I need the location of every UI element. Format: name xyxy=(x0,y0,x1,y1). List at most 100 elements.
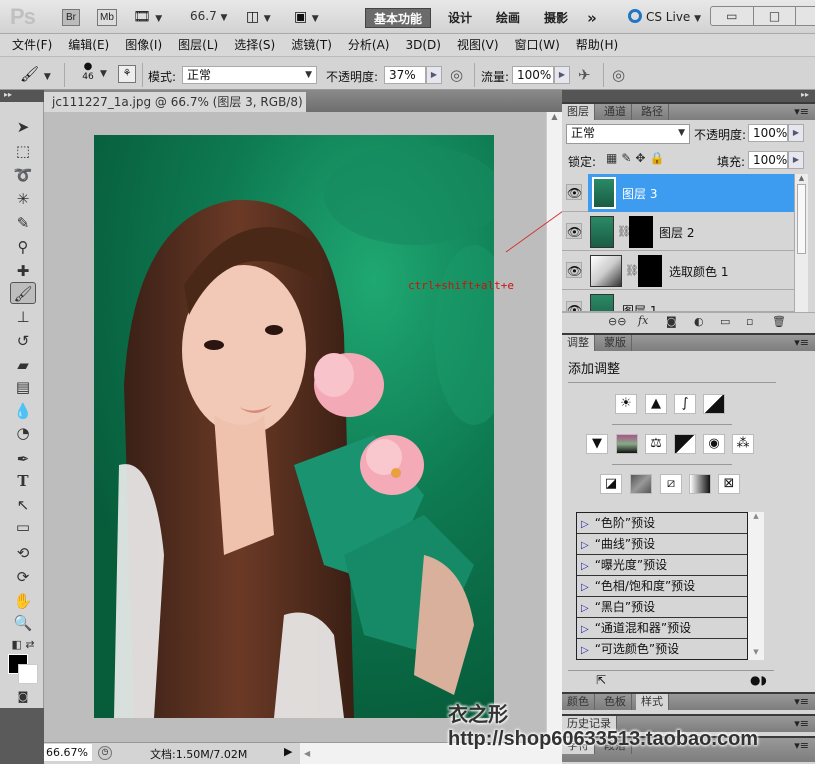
status-options-icon[interactable]: ◷ xyxy=(98,746,112,760)
menu-window[interactable]: 窗口(W) xyxy=(515,34,560,56)
flow-slider-button[interactable]: ▶ xyxy=(554,66,570,84)
screen-mode-button[interactable]: ▣ ▼ xyxy=(294,9,319,25)
pen-tool-icon[interactable]: ✒ xyxy=(10,448,36,470)
panel-menu-icon[interactable]: ▾≡ xyxy=(794,694,809,710)
panel-menu-icon[interactable]: ▾≡ xyxy=(794,335,809,351)
toolbar-collapse-button[interactable]: ▸▸ xyxy=(0,90,44,102)
magic-wand-tool-icon[interactable]: ✳ xyxy=(10,188,36,210)
history-brush-tool-icon[interactable]: ↺ xyxy=(10,330,36,352)
menu-select[interactable]: 选择(S) xyxy=(234,34,275,56)
pressure-opacity-icon[interactable]: ◎ xyxy=(450,66,463,84)
eye-icon[interactable]: 👁 xyxy=(566,262,582,278)
lock-pixels-icon[interactable]: ✎ xyxy=(621,151,635,165)
new-group-icon[interactable]: ▭ xyxy=(720,315,730,328)
pressure-size-icon[interactable]: ◎ xyxy=(612,66,625,84)
panel-dock-collapse[interactable]: ▸▸ xyxy=(562,90,815,102)
exposure-icon[interactable] xyxy=(703,394,725,414)
status-menu-arrow[interactable]: ▶ xyxy=(284,745,296,758)
path-selection-tool-icon[interactable]: ↖ xyxy=(10,494,36,516)
tab-styles[interactable]: 样式 xyxy=(636,694,669,710)
blend-mode-select[interactable]: 正常 ▼ xyxy=(182,66,317,84)
new-adjustment-layer-icon[interactable]: ◐ xyxy=(694,315,704,328)
maximize-button[interactable]: □ xyxy=(754,7,797,25)
mini-bridge-button[interactable]: Mb xyxy=(97,9,117,26)
airbrush-icon[interactable]: ✈ xyxy=(578,66,591,84)
menu-view[interactable]: 视图(V) xyxy=(457,34,499,56)
menu-edit[interactable]: 编辑(E) xyxy=(68,34,109,56)
tab-color[interactable]: 颜色 xyxy=(562,694,595,710)
crop-tool-icon[interactable]: ✎ xyxy=(10,212,36,234)
marquee-tool-icon[interactable]: ⬚ xyxy=(10,140,36,162)
layer-mask-thumbnail[interactable] xyxy=(638,255,662,287)
tab-adjustments[interactable]: 调整 xyxy=(562,335,595,351)
document-tab[interactable]: jc111227_1a.jpg @ 66.7% (图层 3, RGB/8) *✕ xyxy=(44,92,306,131)
workspace-essentials[interactable]: 基本功能 xyxy=(365,8,431,28)
tab-channels[interactable]: 通道 xyxy=(599,104,632,120)
type-tool-icon[interactable]: T xyxy=(10,470,36,492)
lock-position-icon[interactable]: ✥ xyxy=(635,151,649,165)
menu-analysis[interactable]: 分析(A) xyxy=(348,34,390,56)
color-balance-icon[interactable]: ⚖ xyxy=(645,434,667,454)
hand-tool-icon[interactable]: ✋ xyxy=(10,590,36,612)
tool-preset-picker[interactable]: 🖌 ▼ xyxy=(20,65,51,83)
delete-layer-icon[interactable]: 🗑 xyxy=(772,315,786,328)
menu-3d[interactable]: 3D(D) xyxy=(405,34,440,56)
preset-channel-mixer[interactable]: ▷ “通道混和器”预设 xyxy=(577,618,747,639)
layer-style-icon[interactable]: fx xyxy=(638,314,648,327)
preset-exposure[interactable]: ▷ “曝光度”预设 xyxy=(577,555,747,576)
workspace-photography[interactable]: 摄影 xyxy=(536,8,576,28)
3d-camera-tool-icon[interactable]: ⟳ xyxy=(10,566,36,588)
black-white-icon[interactable] xyxy=(674,434,696,454)
zoom-tool-icon[interactable]: 🔍 xyxy=(10,612,36,634)
3d-rotate-tool-icon[interactable]: ⟲ xyxy=(10,542,36,564)
opacity-input[interactable]: 37% xyxy=(384,66,426,84)
arrange-documents-button[interactable]: ◫ ▼ xyxy=(246,9,271,25)
preset-selective-color[interactable]: ▷ “可选颜色”预设 xyxy=(577,639,747,660)
layers-scrollbar[interactable]: ▲ xyxy=(794,174,808,312)
fill-slider[interactable]: ▶ xyxy=(788,151,804,169)
posterize-icon[interactable] xyxy=(630,474,652,494)
link-icon[interactable]: ⛓ xyxy=(625,264,639,277)
tab-masks[interactable]: 蒙版 xyxy=(599,335,632,351)
invert-icon[interactable]: ◪ xyxy=(600,474,622,494)
quick-mask-icon[interactable]: ◙ xyxy=(10,686,36,708)
vibrance-icon[interactable]: ▼ xyxy=(586,434,608,454)
layer-row[interactable]: 👁 ⛓ 选取颜色 1 xyxy=(562,252,794,290)
lock-all-icon[interactable]: 🔒 xyxy=(649,151,668,165)
zoom-readout[interactable]: 66.67% xyxy=(44,744,92,761)
opacity-slider-button[interactable]: ▶ xyxy=(426,66,442,84)
workspace-design[interactable]: 设计 xyxy=(440,8,480,28)
shape-tool-icon[interactable]: ▭ xyxy=(10,516,36,538)
clip-to-layer-icon[interactable]: ●◗ xyxy=(750,673,767,687)
curves-icon[interactable]: ∫ xyxy=(674,394,696,414)
eraser-tool-icon[interactable]: ▰ xyxy=(10,354,36,376)
tab-swatches[interactable]: 色板 xyxy=(599,694,632,710)
workspace-painting[interactable]: 绘画 xyxy=(488,8,528,28)
layer-opacity-slider[interactable]: ▶ xyxy=(788,124,804,142)
close-button[interactable]: ✕ xyxy=(796,7,815,25)
preset-black-white[interactable]: ▷ “黑白”预设 xyxy=(577,597,747,618)
tab-layers[interactable]: 图层 xyxy=(562,104,595,120)
panel-menu-icon[interactable]: ▾≡ xyxy=(794,738,809,754)
brush-panel-toggle[interactable]: ⚘ xyxy=(118,65,136,83)
brush-tool-icon[interactable]: 🖌 xyxy=(10,282,36,304)
document-image[interactable] xyxy=(94,135,494,718)
tab-paths[interactable]: 路径 xyxy=(636,104,669,120)
menu-layer[interactable]: 图层(L) xyxy=(178,34,218,56)
selective-color-icon[interactable]: ⊠ xyxy=(718,474,740,494)
panel-menu-icon[interactable]: ▾≡ xyxy=(794,716,809,732)
lock-transparency-icon[interactable]: ▦ xyxy=(606,151,621,165)
panel-menu-icon[interactable]: ▾≡ xyxy=(794,104,809,120)
eyedropper-tool-icon[interactable]: ⚲ xyxy=(10,236,36,258)
zoom-level-select[interactable]: 66.7 ▼ xyxy=(190,9,227,23)
clone-stamp-tool-icon[interactable]: ⊥ xyxy=(10,306,36,328)
bridge-button[interactable]: Br xyxy=(62,9,80,26)
link-layers-icon[interactable]: ⊖⊖ xyxy=(608,315,626,328)
lasso-tool-icon[interactable]: ➰ xyxy=(10,164,36,186)
move-tool-icon[interactable]: ➤ xyxy=(10,116,36,138)
return-to-list-icon[interactable]: ⇱ xyxy=(596,673,606,687)
preset-hue-saturation[interactable]: ▷ “色相/饱和度”预设 xyxy=(577,576,747,597)
menu-filter[interactable]: 滤镜(T) xyxy=(291,34,332,56)
channel-mixer-icon[interactable]: ⁂ xyxy=(732,434,754,454)
presets-scrollbar[interactable]: ▲ ▼ xyxy=(748,512,764,660)
